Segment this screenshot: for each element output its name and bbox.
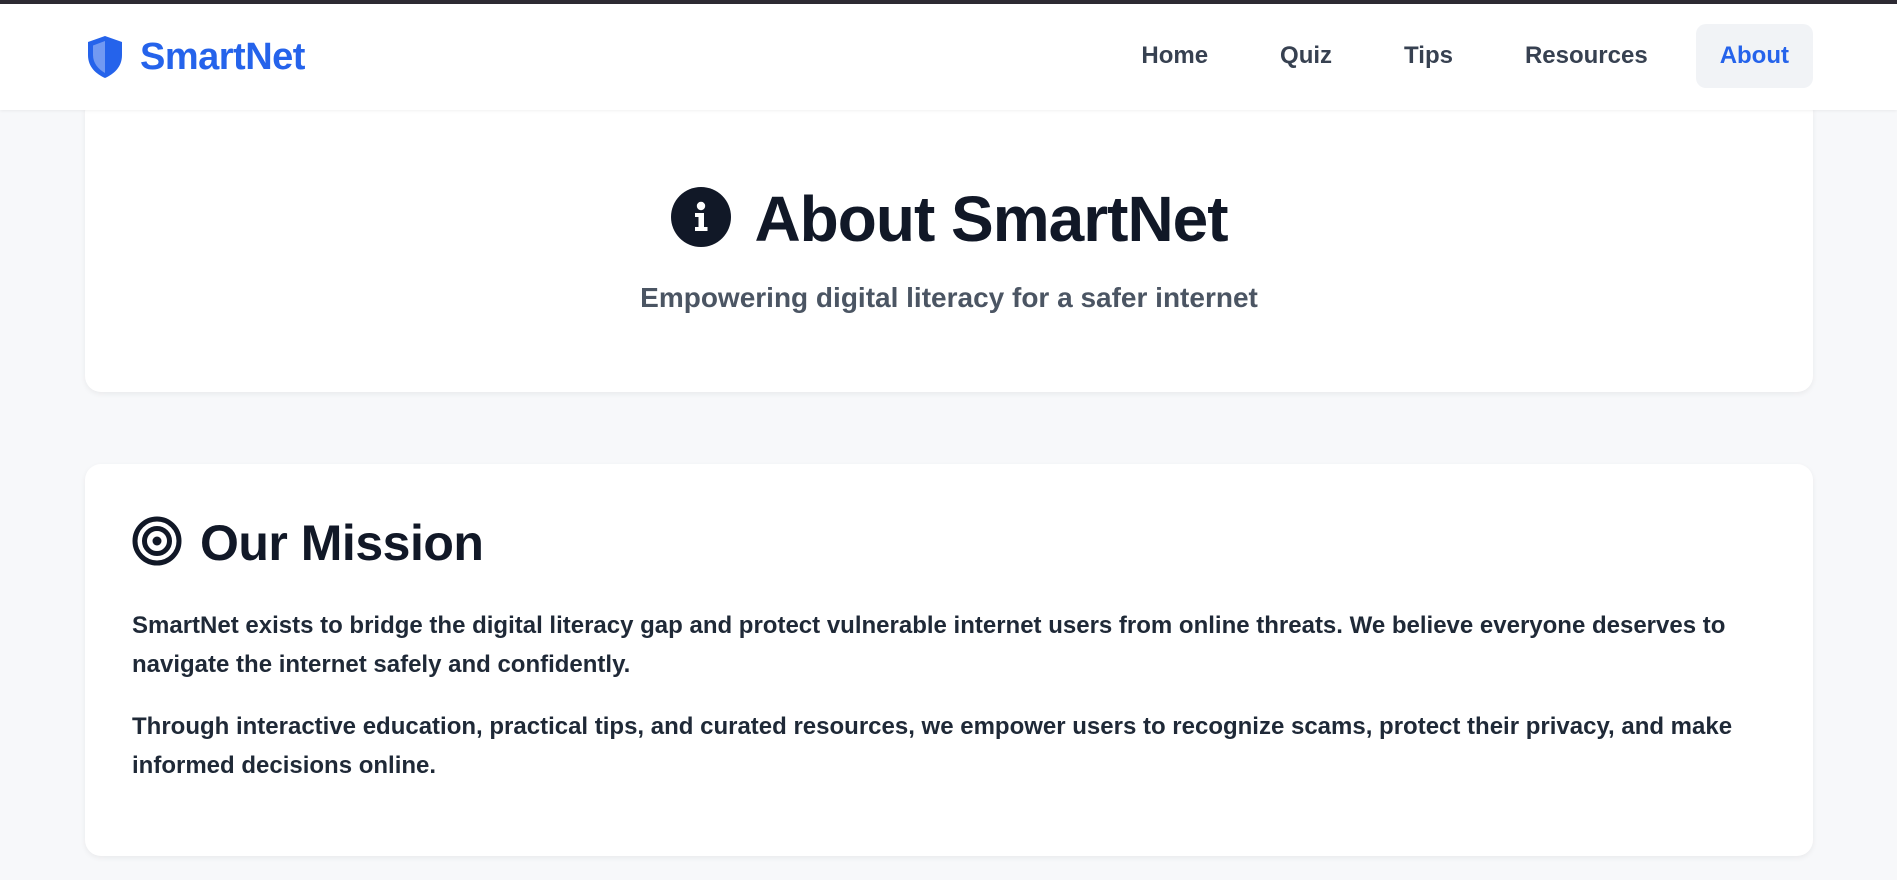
nav-home[interactable]: Home xyxy=(1117,24,1232,88)
about-hero-card: About SmartNet Empowering digital litera… xyxy=(85,96,1813,392)
page-subtitle: Empowering digital literacy for a safer … xyxy=(640,282,1258,313)
info-icon xyxy=(670,186,732,253)
brand-name: SmartNet xyxy=(140,35,305,78)
mission-heading: Our Mission xyxy=(200,515,484,571)
nav-resources[interactable]: Resources xyxy=(1501,24,1672,88)
target-icon xyxy=(132,516,182,571)
nav-about[interactable]: About xyxy=(1695,24,1813,88)
mission-title-row: Our Mission xyxy=(132,514,484,572)
hero-title-row: About SmartNet xyxy=(85,182,1813,256)
mission-paragraph: SmartNet exists to bridge the digital li… xyxy=(132,612,1726,678)
nav-tips[interactable]: Tips xyxy=(1380,24,1477,88)
page-title: About SmartNet xyxy=(754,183,1228,255)
shield-icon xyxy=(84,34,126,80)
mission-paragraph: Through interactive education, practical… xyxy=(132,713,1733,779)
main-nav: Home Quiz Tips Resources About xyxy=(1093,24,1813,88)
brand-logo-link[interactable]: SmartNet xyxy=(84,32,305,82)
navbar: SmartNet Home Quiz Tips Resources About xyxy=(0,4,1897,110)
nav-quiz[interactable]: Quiz xyxy=(1256,24,1356,88)
mission-card: Our Mission SmartNet exists to bridge th… xyxy=(85,464,1813,856)
